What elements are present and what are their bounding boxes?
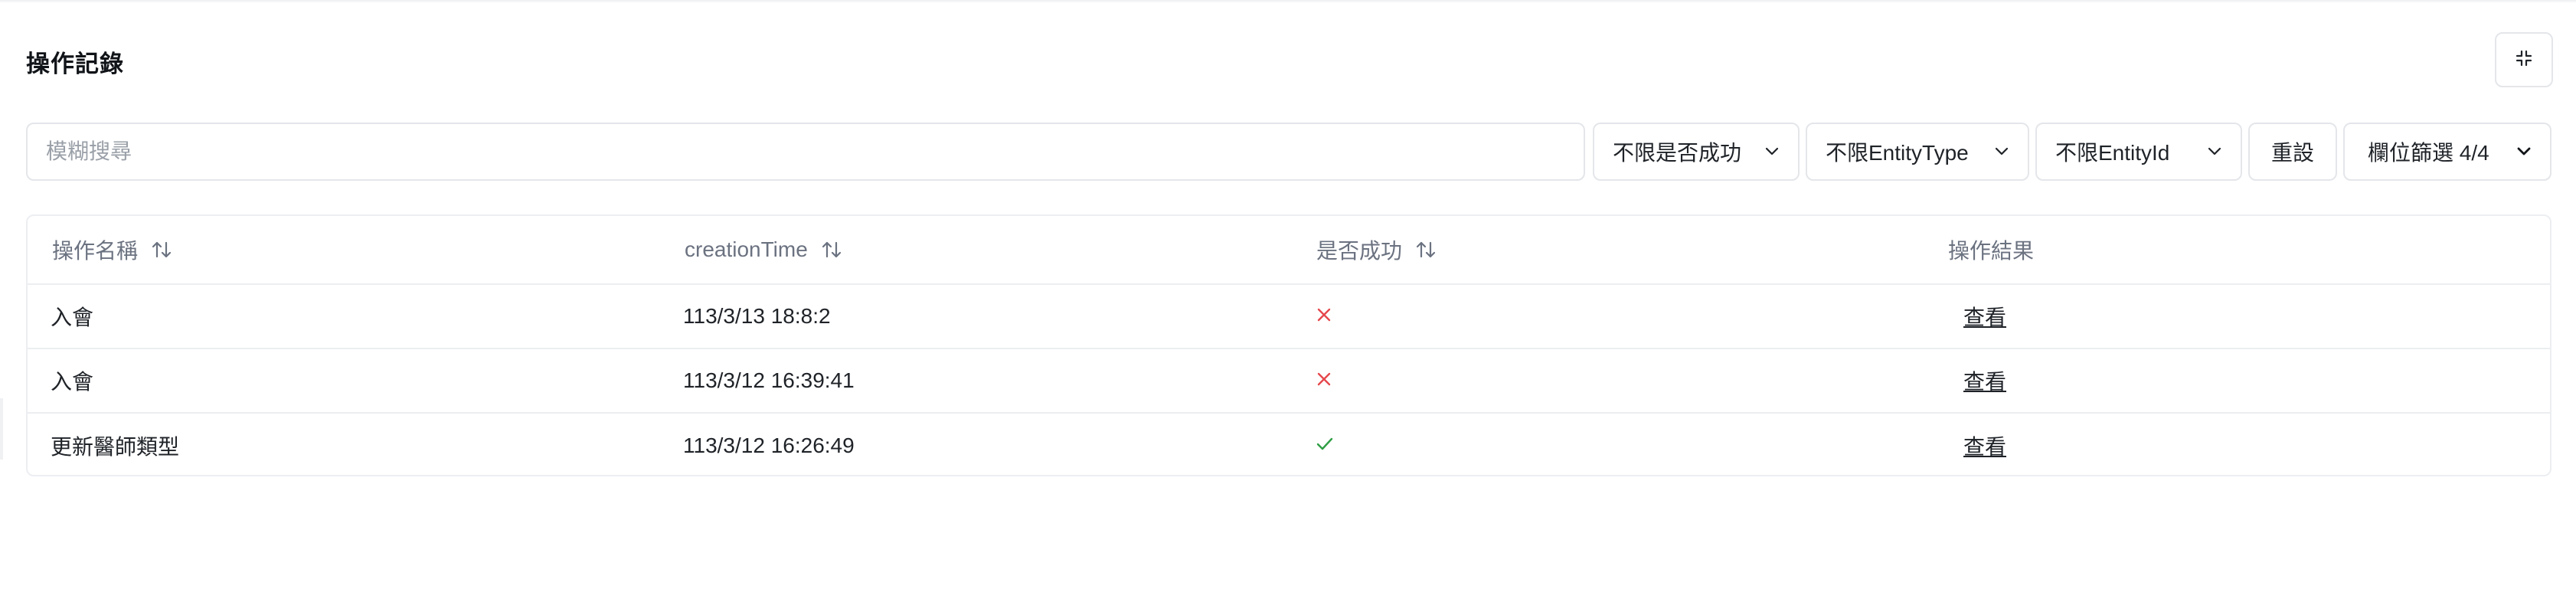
fail-x-icon <box>1316 304 1332 329</box>
table-row: 入會 113/3/12 16:39:41 查看 <box>28 349 2550 414</box>
column-header-success[interactable]: 是否成功 <box>1316 216 1437 283</box>
operation-name-cell: 入會 <box>51 306 94 329</box>
column-header-creation-time[interactable]: creationTime <box>685 216 843 283</box>
chevron-down-icon <box>2515 142 2533 161</box>
creation-time-cell: 113/3/12 16:39:41 <box>683 368 855 392</box>
column-header-label: 是否成功 <box>1316 239 1403 263</box>
result-cell: 查看 <box>1963 414 2006 475</box>
entity-id-filter-value: 不限EntityId <box>2055 141 2170 165</box>
result-cell: 查看 <box>1963 285 2006 348</box>
chevron-down-icon <box>1763 142 1781 161</box>
creation-time-cell: 113/3/13 18:8:2 <box>683 304 831 328</box>
result-cell: 查看 <box>1963 349 2006 412</box>
sort-icon[interactable] <box>820 240 843 260</box>
top-shadow-line <box>0 0 2576 3</box>
sort-icon[interactable] <box>1414 240 1437 260</box>
success-filter-value: 不限是否成功 <box>1613 141 1742 165</box>
operation-name-cell: 更新醫師類型 <box>51 435 180 459</box>
chevron-down-icon <box>2205 142 2224 161</box>
table-row: 更新醫師類型 113/3/12 16:26:49 查看 <box>28 414 2550 475</box>
entity-id-filter-select[interactable]: 不限EntityId <box>2035 123 2242 181</box>
view-result-link[interactable]: 查看 <box>1963 301 2006 332</box>
success-cell <box>1316 414 1334 475</box>
fail-x-icon <box>1316 368 1332 393</box>
entity-type-filter-select[interactable]: 不限EntityType <box>1806 123 2029 181</box>
view-result-link[interactable]: 查看 <box>1963 430 2006 461</box>
success-filter-select[interactable]: 不限是否成功 <box>1593 123 1800 181</box>
column-header-result: 操作結果 <box>1948 216 2034 283</box>
creation-time-cell: 113/3/12 16:26:49 <box>683 434 855 457</box>
column-filter-label: 欄位篩選 4/4 <box>2368 141 2489 165</box>
chevron-down-icon <box>1992 142 2011 161</box>
reset-button[interactable]: 重設 <box>2248 123 2337 181</box>
success-cell <box>1316 349 1332 412</box>
column-header-label: 操作結果 <box>1948 239 2035 263</box>
left-edge-marker <box>0 398 3 460</box>
search-input[interactable] <box>26 123 1585 181</box>
success-cell <box>1316 285 1332 348</box>
page-title: 操作記錄 <box>26 51 124 77</box>
sort-icon[interactable] <box>150 240 173 260</box>
success-check-icon <box>1316 434 1334 458</box>
column-filter-button[interactable]: 欄位篩選 4/4 <box>2343 123 2551 181</box>
column-header-label: creationTime <box>685 237 808 261</box>
view-result-link[interactable]: 查看 <box>1963 365 2006 396</box>
table-row: 入會 113/3/13 18:8:2 查看 <box>28 285 2550 349</box>
operation-name-cell: 入會 <box>51 370 94 394</box>
column-header-operation-name[interactable]: 操作名稱 <box>52 216 173 283</box>
collapse-button[interactable] <box>2495 32 2553 87</box>
table-header-row: 操作名稱 creationTime 是否成功 操作結果 <box>28 216 2550 285</box>
collapse-icon <box>2516 50 2532 70</box>
operation-log-table: 操作名稱 creationTime 是否成功 操作結果 入會 113/3/13 … <box>26 214 2551 476</box>
entity-type-filter-value: 不限EntityType <box>1826 141 1969 165</box>
column-header-label: 操作名稱 <box>52 239 139 263</box>
